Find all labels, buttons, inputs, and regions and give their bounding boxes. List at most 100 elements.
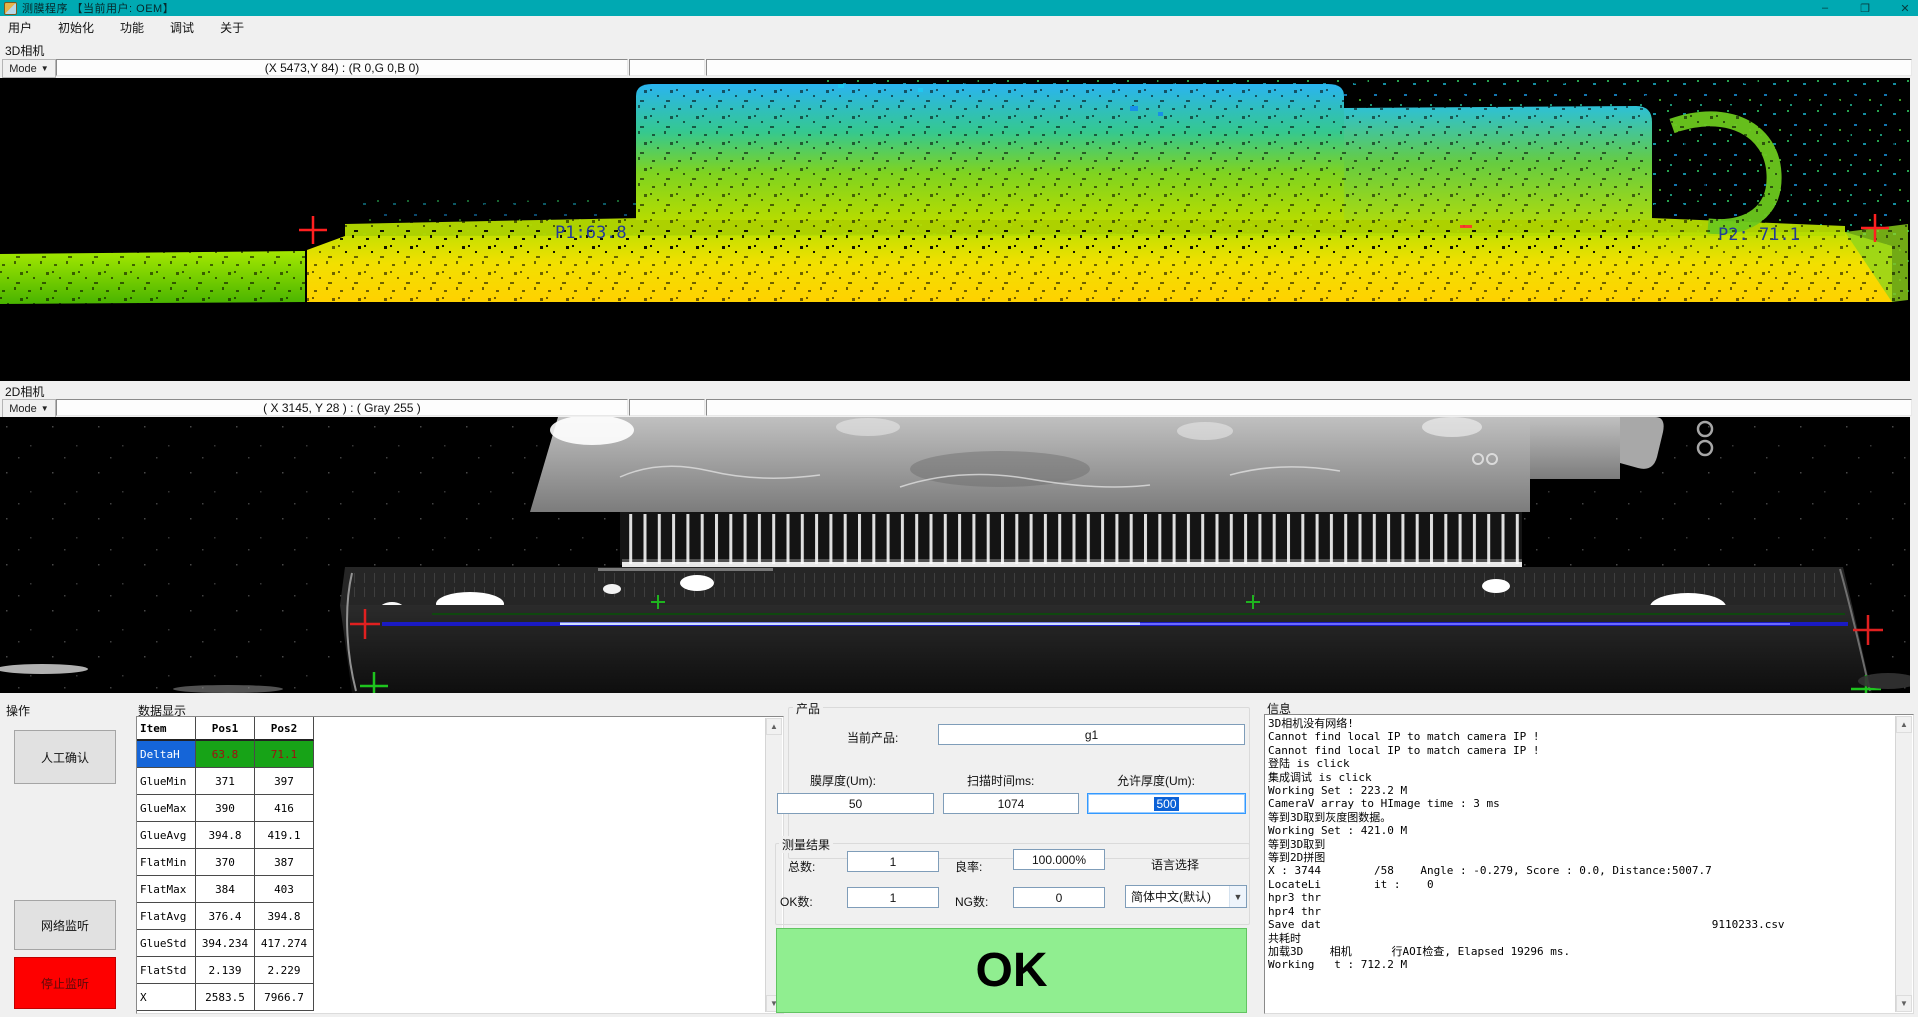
- camera3d-section-label: 3D相机: [5, 42, 44, 59]
- column-header-pos2: Pos2: [255, 717, 314, 741]
- menu-item-2[interactable]: 功能: [120, 19, 144, 36]
- row-item-cell: FlatAvg: [137, 903, 196, 930]
- table-row[interactable]: FlatStd2.1392.229: [137, 957, 314, 984]
- row-value-cell: 63.8: [196, 741, 255, 768]
- camera3d-status-box: [706, 59, 1912, 76]
- title-bar: 测膜程序 【当前用户: OEM】 – ❐ ✕: [0, 0, 1918, 16]
- info-log-panel[interactable]: 3D相机没有网络!Cannot find local IP to match c…: [1264, 714, 1914, 1014]
- row-value-cell: 2583.5: [196, 984, 255, 1011]
- film-thickness-input[interactable]: 50: [777, 793, 934, 814]
- table-row[interactable]: DeltaH63.871.1: [137, 741, 314, 768]
- camera2d-status-box: [706, 399, 1912, 416]
- row-item-cell: FlatMin: [137, 849, 196, 876]
- log-line: 集成调试 is click: [1265, 771, 1913, 784]
- app-window: 测膜程序 【当前用户: OEM】 – ❐ ✕ 用户初始化功能调试关于 3D相机 …: [0, 0, 1918, 1017]
- row-item-cell: FlatStd: [137, 957, 196, 984]
- table-row[interactable]: GlueMax390416: [137, 795, 314, 822]
- camera3d-image-view[interactable]: P1:63.8 P2: 71.1: [0, 78, 1910, 381]
- manual-confirm-button[interactable]: 人工确认: [14, 730, 116, 784]
- row-value-cell: 419.1: [255, 822, 314, 849]
- log-line: 等到3D取到灰度图数据。: [1265, 811, 1913, 824]
- column-header-item: Item: [137, 717, 196, 741]
- table-row[interactable]: GlueMin371397: [137, 768, 314, 795]
- total-count-field[interactable]: 1: [847, 851, 939, 872]
- log-line: 等到3D取到: [1265, 838, 1913, 851]
- table-row[interactable]: FlatMax384403: [137, 876, 314, 903]
- row-value-cell: 370: [196, 849, 255, 876]
- grayscale-2d: [0, 417, 1910, 693]
- row-item-cell: GlueMin: [137, 768, 196, 795]
- row-value-cell: 376.4: [196, 903, 255, 930]
- app-icon: [4, 2, 17, 15]
- log-line: Cannot find local IP to match camera IP …: [1265, 730, 1913, 743]
- row-item-cell: GlueMax: [137, 795, 196, 822]
- menu-item-0[interactable]: 用户: [8, 19, 32, 36]
- close-button[interactable]: ✕: [1898, 2, 1912, 15]
- log-line: Working Set : 421.0 M: [1265, 824, 1913, 837]
- row-value-cell: 2.229: [255, 957, 314, 984]
- film-thickness-label: 膜厚度(Um):: [810, 772, 876, 789]
- yield-label: 良率:: [955, 858, 982, 875]
- table-row[interactable]: X2583.57966.7: [137, 984, 314, 1011]
- log-line: 加载3D 相机 行AOI检查, Elapsed 19296 ms.: [1265, 945, 1913, 958]
- measurement-table: ItemPos1Pos2 DeltaH63.871.1GlueMin371397…: [137, 717, 314, 1011]
- network-listen-button[interactable]: 网络监听: [14, 900, 116, 950]
- heightmap-3d: P1:63.8 P2: 71.1: [0, 78, 1910, 381]
- selected-text: 500: [1154, 797, 1178, 811]
- row-item-cell: FlatMax: [137, 876, 196, 903]
- log-line: X : 3744 /58 Angle : -0.279, Score : 0.0…: [1265, 864, 1913, 877]
- mode-3d-button[interactable]: Mode ▼: [2, 59, 56, 78]
- log-scrollbar[interactable]: ▲ ▼: [1895, 716, 1912, 1012]
- annotation-p1: P1:63.8: [555, 223, 627, 243]
- table-row[interactable]: GlueAvg394.8419.1: [137, 822, 314, 849]
- ok-count-field[interactable]: 1: [847, 887, 939, 908]
- row-value-cell: 394.8: [255, 903, 314, 930]
- table-row[interactable]: GlueStd394.234417.274: [137, 930, 314, 957]
- maximize-button[interactable]: ❐: [1858, 2, 1872, 15]
- minimize-button[interactable]: –: [1818, 2, 1832, 14]
- log-line: Cannot find local IP to match camera IP …: [1265, 744, 1913, 757]
- menu-item-4[interactable]: 关于: [220, 19, 244, 36]
- row-value-cell: 2.139: [196, 957, 255, 984]
- total-label: 总数:: [788, 858, 815, 875]
- scan-time-input[interactable]: 1074: [943, 793, 1079, 814]
- table-header-row: ItemPos1Pos2: [137, 717, 314, 741]
- camera3d-toolbar: Mode ▼ (X 5473,Y 84) : (R 0,G 0,B 0): [0, 58, 1918, 77]
- yield-field[interactable]: 100.000%: [1013, 849, 1105, 870]
- row-item-cell: GlueStd: [137, 930, 196, 957]
- table-row[interactable]: FlatMin370387: [137, 849, 314, 876]
- row-value-cell: 394.8: [196, 822, 255, 849]
- log-line: 等到2D拼图: [1265, 851, 1913, 864]
- row-value-cell: 394.234: [196, 930, 255, 957]
- chevron-down-icon: ▼: [41, 64, 49, 73]
- window-title: 测膜程序 【当前用户: OEM】: [22, 0, 174, 16]
- camera2d-image-view[interactable]: [0, 417, 1910, 693]
- current-product-input[interactable]: g1: [938, 724, 1245, 745]
- row-value-cell: 416: [255, 795, 314, 822]
- scroll-up-icon[interactable]: ▲: [766, 718, 782, 735]
- operation-group-label: 操作: [6, 702, 30, 719]
- row-value-cell: 403: [255, 876, 314, 903]
- log-line: Working Set : 223.2 M: [1265, 784, 1913, 797]
- ng-count-label: NG数:: [955, 893, 988, 910]
- language-dropdown[interactable]: 简体中文(默认) ▼: [1125, 885, 1247, 908]
- row-value-cell: 397: [255, 768, 314, 795]
- log-line: CameraV array to HImage time : 3 ms: [1265, 797, 1913, 810]
- chevron-down-icon: ▼: [41, 404, 49, 413]
- stop-listen-button[interactable]: 停止监听: [14, 957, 116, 1009]
- table-row[interactable]: FlatAvg376.4394.8: [137, 903, 314, 930]
- camera2d-aux-box: [629, 399, 705, 416]
- ng-count-field[interactable]: 0: [1013, 887, 1105, 908]
- menu-item-3[interactable]: 调试: [170, 19, 194, 36]
- camera3d-aux-box: [629, 59, 705, 76]
- allow-thickness-input[interactable]: 500: [1087, 793, 1246, 814]
- camera2d-pixel-readout: ( X 3145, Y 28 ) : ( Gray 255 ): [56, 399, 628, 416]
- menu-item-1[interactable]: 初始化: [58, 19, 94, 36]
- mode-2d-button[interactable]: Mode ▼: [2, 399, 56, 418]
- menu-bar: 用户 初始化 功能 调试 关于: [0, 16, 1918, 39]
- camera2d-toolbar: Mode ▼ ( X 3145, Y 28 ) : ( Gray 255 ): [0, 398, 1918, 417]
- scroll-down-icon[interactable]: ▼: [1896, 995, 1912, 1012]
- row-item-cell: GlueAvg: [137, 822, 196, 849]
- row-value-cell: 71.1: [255, 741, 314, 768]
- scroll-up-icon[interactable]: ▲: [1896, 716, 1912, 733]
